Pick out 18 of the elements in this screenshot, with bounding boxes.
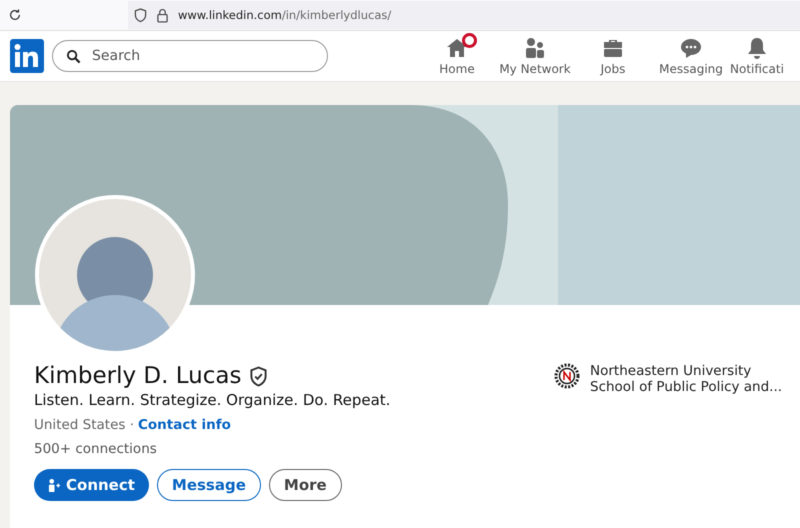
profile-headline: Listen. Learn. Strategize. Organize. Do. Repeat. <box>34 391 392 409</box>
url-text: www.linkedin.com/in/kimberlydlucas/ <box>178 8 392 22</box>
nav-item[interactable]: Home <box>418 36 496 76</box>
address-bar[interactable]: www.linkedin.com/in/kimberlydlucas/ <box>128 1 800 29</box>
nav-item[interactable]: Jobs <box>574 36 652 76</box>
profile-name: Kimberly D. Lucas <box>34 363 242 389</box>
location-text: United States · <box>34 417 134 433</box>
contact-info-link[interactable]: Contact info <box>138 417 231 433</box>
connect-button[interactable]: Connect <box>34 469 149 501</box>
message-button[interactable]: Message <box>156 469 261 501</box>
education-text[interactable]: School of Public Policy and... <box>590 379 782 395</box>
nav-item[interactable]: My Network <box>496 36 574 76</box>
search-field[interactable]: Search <box>52 40 328 72</box>
education-text[interactable]: Northeastern University <box>590 363 782 379</box>
connections-count: 500+ connections <box>34 441 158 457</box>
nav-item[interactable]: Notificati <box>730 36 784 76</box>
nav-item[interactable]: Messaging <box>652 36 730 76</box>
more-button[interactable]: More <box>268 469 342 501</box>
